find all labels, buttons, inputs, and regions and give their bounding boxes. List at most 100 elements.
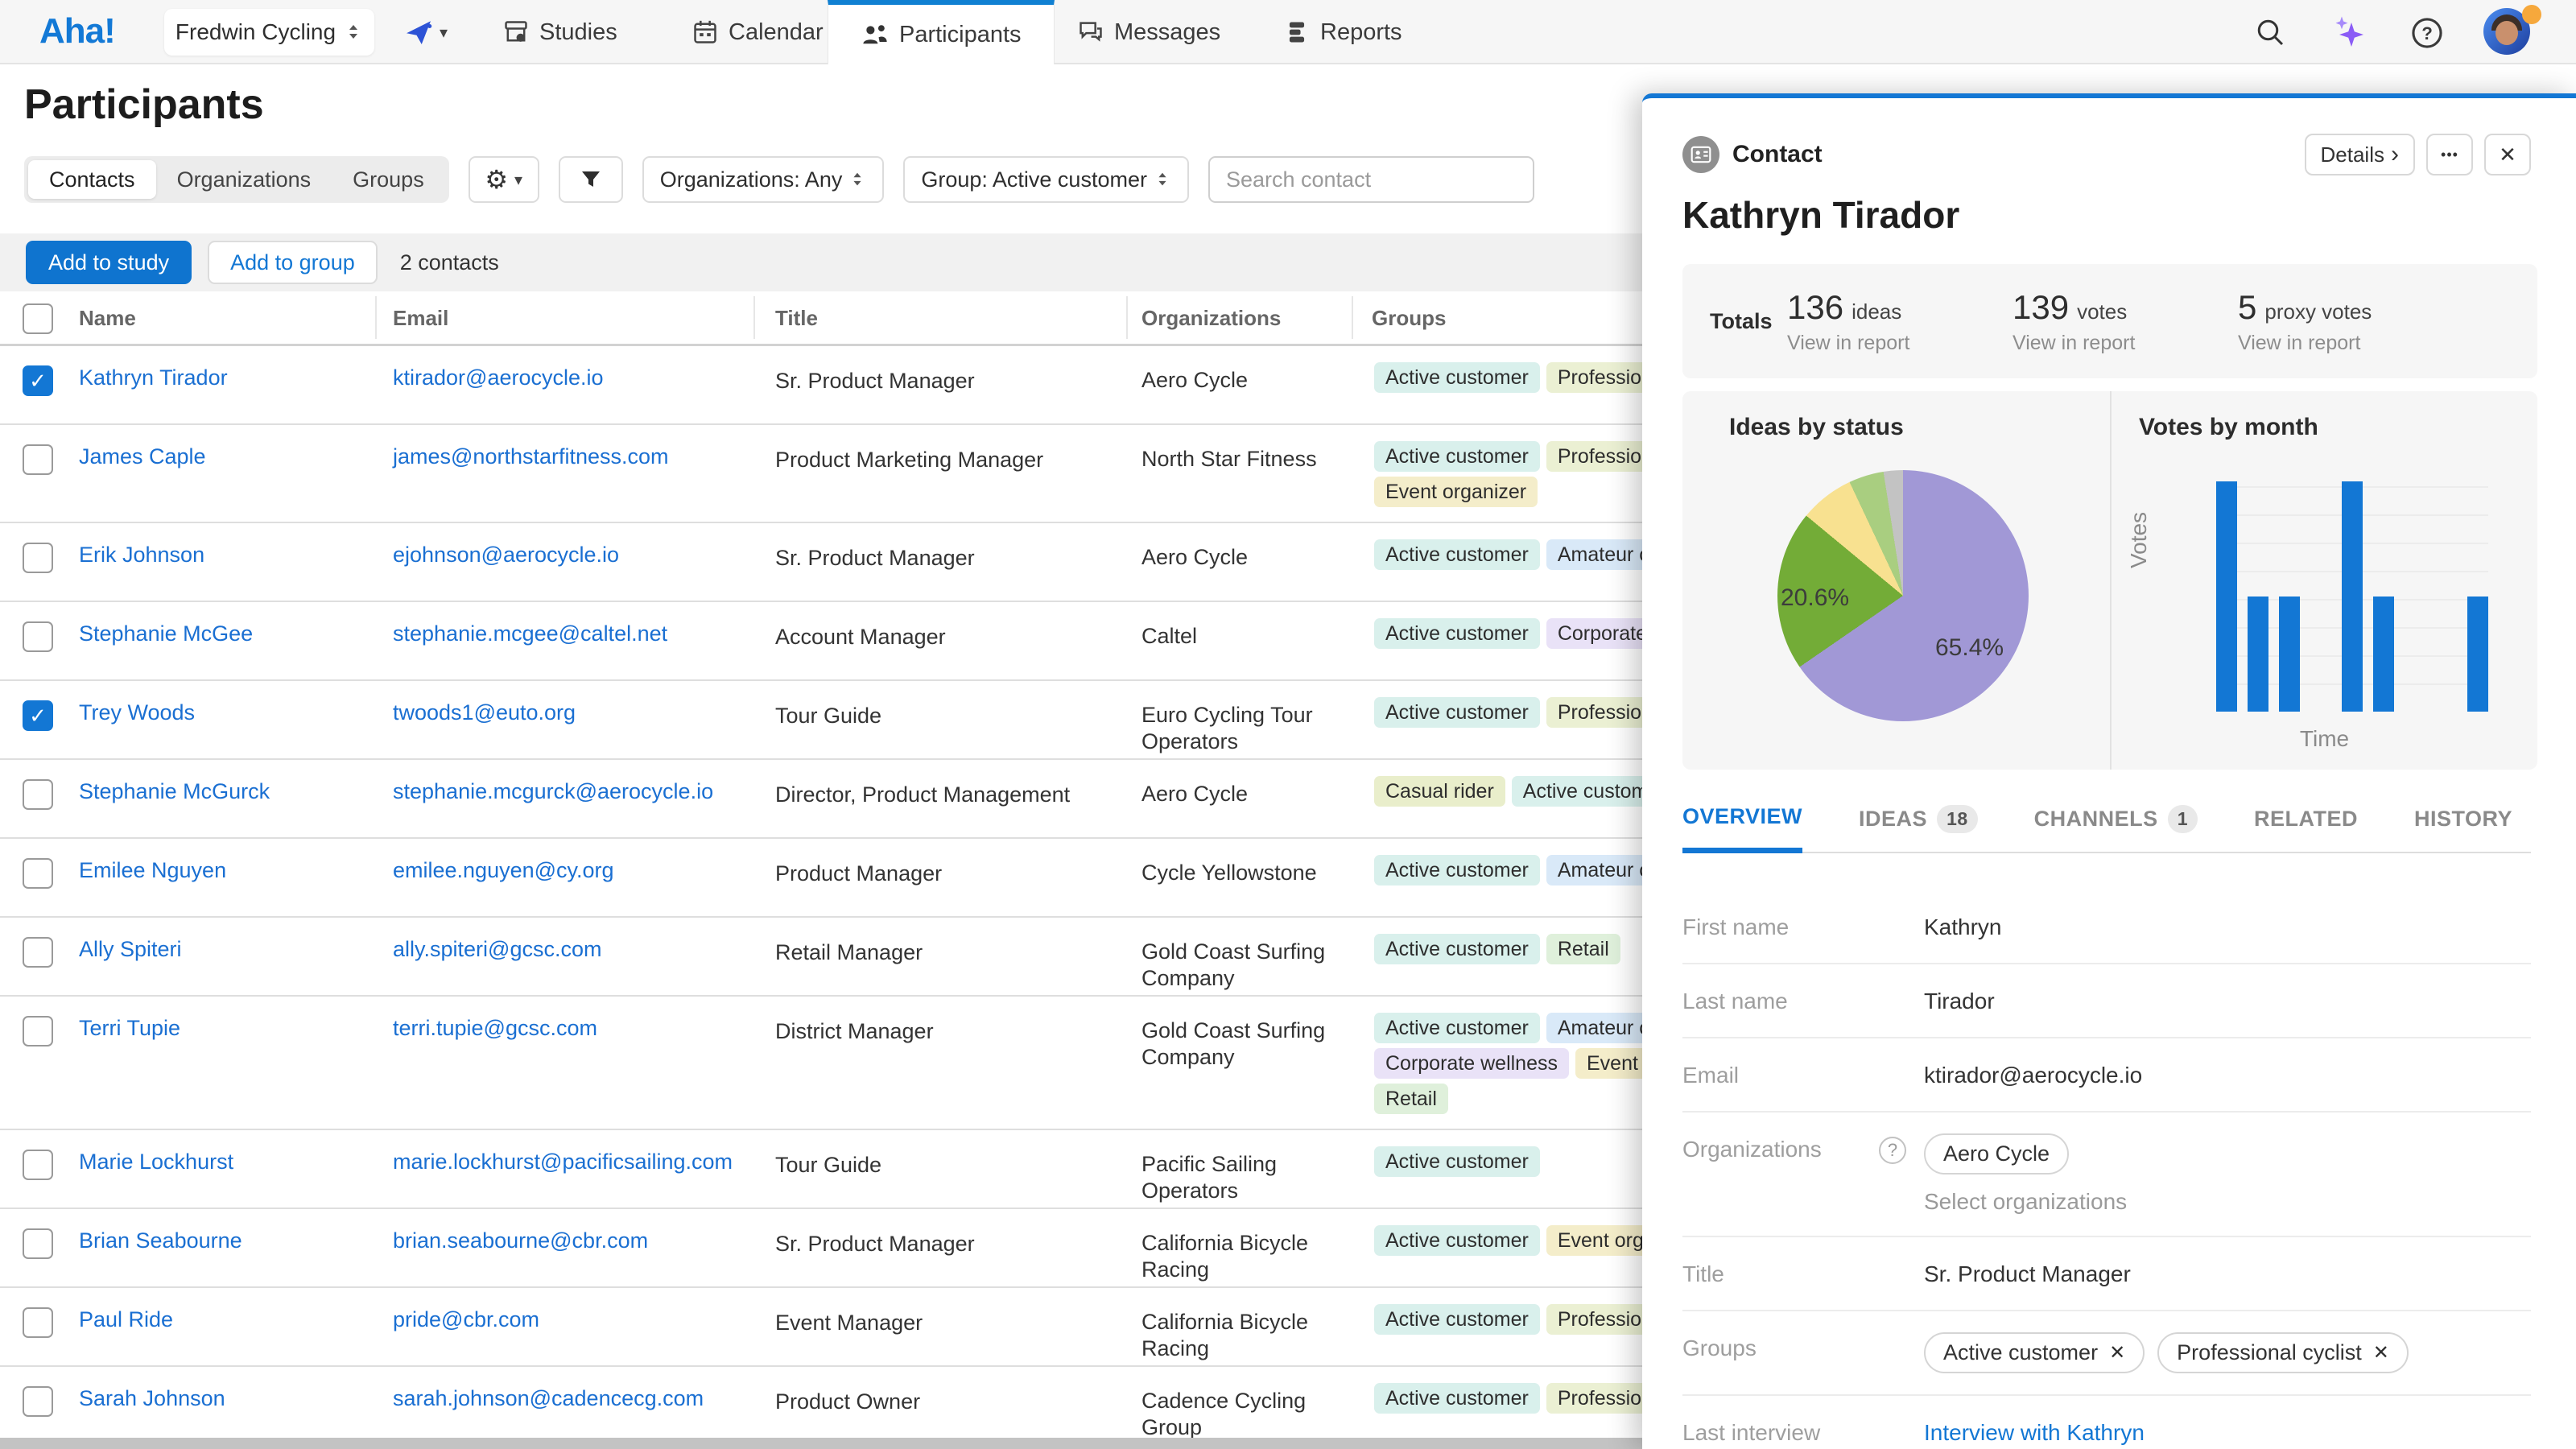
contact-name-link[interactable]: James Caple	[79, 444, 206, 469]
contact-email-link[interactable]: ejohnson@aerocycle.io	[393, 543, 619, 568]
settings-dropdown-button[interactable]: ⚙︎ ▾	[469, 156, 539, 203]
workspace-nav-menu[interactable]: ▾	[402, 16, 448, 48]
interview-link[interactable]: Interview with Kathryn	[1924, 1417, 2145, 1449]
contact-email-link[interactable]: terri.tupie@gcsc.com	[393, 1016, 597, 1041]
tab-ideas[interactable]: IDEAS 18	[1859, 797, 1978, 852]
contact-email-link[interactable]: ally.spiteri@gcsc.com	[393, 937, 601, 962]
tab-contacts[interactable]: Contacts	[28, 160, 156, 199]
stat-proxy-votes: 5 proxy votes View in report	[2238, 288, 2463, 355]
contact-email-link[interactable]: emilee.nguyen@cy.org	[393, 858, 614, 883]
contact-email-link[interactable]: brian.seabourne@cbr.com	[393, 1228, 648, 1253]
column-divider	[753, 296, 755, 339]
row-checkbox[interactable]	[23, 1016, 53, 1046]
details-button[interactable]: Details ›	[2305, 134, 2415, 175]
contact-name-link[interactable]: Terri Tupie	[79, 1016, 180, 1041]
row-checkbox[interactable]	[23, 1228, 53, 1259]
col-title[interactable]: Title	[775, 306, 818, 331]
bar	[2216, 481, 2237, 712]
select-all-checkbox[interactable]	[23, 303, 53, 334]
contact-email-link[interactable]: stephanie.mcgee@caltel.net	[393, 621, 667, 646]
contact-email-link[interactable]: marie.lockhurst@pacificsailing.com	[393, 1150, 733, 1174]
contact-email-link[interactable]: sarah.johnson@cadencecg.com	[393, 1386, 704, 1411]
row-checkbox[interactable]	[23, 779, 53, 810]
row-checkbox[interactable]	[23, 1307, 53, 1338]
select-organizations-placeholder[interactable]: Select organizations	[1924, 1189, 2127, 1215]
col-organizations[interactable]: Organizations	[1141, 306, 1281, 331]
remove-chip-icon[interactable]: ✕	[2109, 1341, 2125, 1364]
field-value[interactable]: ktirador@aerocycle.io	[1924, 1059, 2142, 1090]
organizations-filter-dropdown[interactable]: Organizations: Any	[642, 156, 885, 203]
contact-email-link[interactable]: james@northstarfitness.com	[393, 444, 669, 469]
group-chip[interactable]: Active customer ✕	[1924, 1332, 2145, 1373]
add-to-group-button[interactable]: Add to group	[208, 241, 378, 284]
contact-name-link[interactable]: Stephanie McGurck	[79, 779, 270, 804]
tab-related[interactable]: RELATED	[2254, 797, 2358, 852]
contact-email-link[interactable]: ktirador@aerocycle.io	[393, 365, 604, 390]
row-checkbox[interactable]: ✓	[23, 700, 53, 731]
close-drawer-button[interactable]: ✕	[2484, 134, 2531, 175]
nav-item-messages[interactable]: Messages	[1077, 0, 1220, 64]
contact-name-link[interactable]: Ally Spiteri	[79, 937, 182, 962]
col-name[interactable]: Name	[79, 306, 136, 331]
tab-groups[interactable]: Groups	[332, 160, 445, 199]
row-checkbox[interactable]: ✓	[23, 365, 53, 396]
contact-email-link[interactable]: twoods1@euto.org	[393, 700, 576, 725]
contact-name-link[interactable]: Emilee Nguyen	[79, 858, 226, 883]
stat-value: 136	[1787, 288, 1843, 327]
filter-button[interactable]	[559, 156, 623, 203]
field-value[interactable]: Tirador	[1924, 985, 1995, 1016]
row-checkbox[interactable]	[23, 621, 53, 652]
horizontal-scrollbar[interactable]	[0, 1438, 1642, 1449]
organization-chip[interactable]: Aero Cycle	[1924, 1133, 2069, 1174]
tab-overview[interactable]: OVERVIEW	[1682, 797, 1802, 853]
more-actions-button[interactable]: •••	[2426, 134, 2473, 175]
tab-history[interactable]: HISTORY	[2414, 797, 2512, 852]
workspace-selector[interactable]: Fredwin Cycling	[164, 9, 374, 56]
nav-item-participants[interactable]: Participants	[828, 0, 1055, 64]
contact-name-link[interactable]: Erik Johnson	[79, 543, 204, 568]
contact-email-link[interactable]: pride@cbr.com	[393, 1307, 539, 1332]
y-axis-label: Votes	[2126, 512, 2152, 568]
help-tooltip-icon[interactable]: ?	[1879, 1137, 1906, 1164]
help-button[interactable]: ?	[2410, 16, 2444, 50]
row-checkbox[interactable]	[23, 937, 53, 968]
nav-item-calendar[interactable]: Calendar	[691, 0, 824, 64]
nav-item-reports[interactable]: Reports	[1283, 0, 1402, 64]
field-value[interactable]: Sr. Product Manager	[1924, 1258, 2131, 1289]
group-chip[interactable]: Professional cyclist ✕	[2157, 1332, 2409, 1373]
contact-name-link[interactable]: Stephanie McGee	[79, 621, 253, 646]
group-badge: Active customer	[1374, 1146, 1540, 1177]
group-filter-dropdown[interactable]: Group: Active customer	[903, 156, 1189, 203]
view-in-report-link[interactable]: View in report	[1787, 332, 2013, 355]
row-checkbox[interactable]	[23, 444, 53, 475]
row-checkbox[interactable]	[23, 1150, 53, 1180]
contact-name-link[interactable]: Paul Ride	[79, 1307, 173, 1332]
tab-organizations[interactable]: Organizations	[156, 160, 332, 199]
search-contact-input[interactable]	[1208, 156, 1534, 203]
row-checkbox[interactable]	[23, 1386, 53, 1417]
contact-name-link[interactable]: Brian Seabourne	[79, 1228, 242, 1253]
contact-name-link[interactable]: Sarah Johnson	[79, 1386, 225, 1411]
col-groups[interactable]: Groups	[1372, 306, 1446, 331]
contact-organization: California Bicycle Racing	[1141, 1230, 1347, 1283]
remove-chip-icon[interactable]: ✕	[2373, 1341, 2389, 1364]
field-value[interactable]: Kathryn	[1924, 911, 2002, 942]
table-header: Name Email Title Organizations Groups	[0, 291, 1642, 346]
col-email[interactable]: Email	[393, 306, 448, 331]
contact-email-link[interactable]: stephanie.mcgurck@aerocycle.io	[393, 779, 713, 804]
add-to-study-button[interactable]: Add to study	[26, 241, 192, 284]
aha-logo[interactable]: Aha!	[39, 11, 115, 52]
row-checkbox[interactable]	[23, 858, 53, 889]
contact-name-link[interactable]: Trey Woods	[79, 700, 195, 725]
bar	[2373, 597, 2394, 712]
search-button[interactable]	[2254, 16, 2286, 48]
contact-name-link[interactable]: Kathryn Tirador	[79, 365, 228, 390]
view-in-report-link[interactable]: View in report	[2013, 332, 2238, 355]
ai-assistant-button[interactable]	[2330, 13, 2368, 52]
tab-channels[interactable]: CHANNELS 1	[2034, 797, 2198, 852]
nav-item-studies[interactable]: Studies	[502, 0, 617, 64]
contact-name-link[interactable]: Marie Lockhurst	[79, 1150, 233, 1174]
row-checkbox[interactable]	[23, 543, 53, 573]
contact-title: Sr. Product Manager	[775, 546, 1113, 571]
view-in-report-link[interactable]: View in report	[2238, 332, 2463, 355]
